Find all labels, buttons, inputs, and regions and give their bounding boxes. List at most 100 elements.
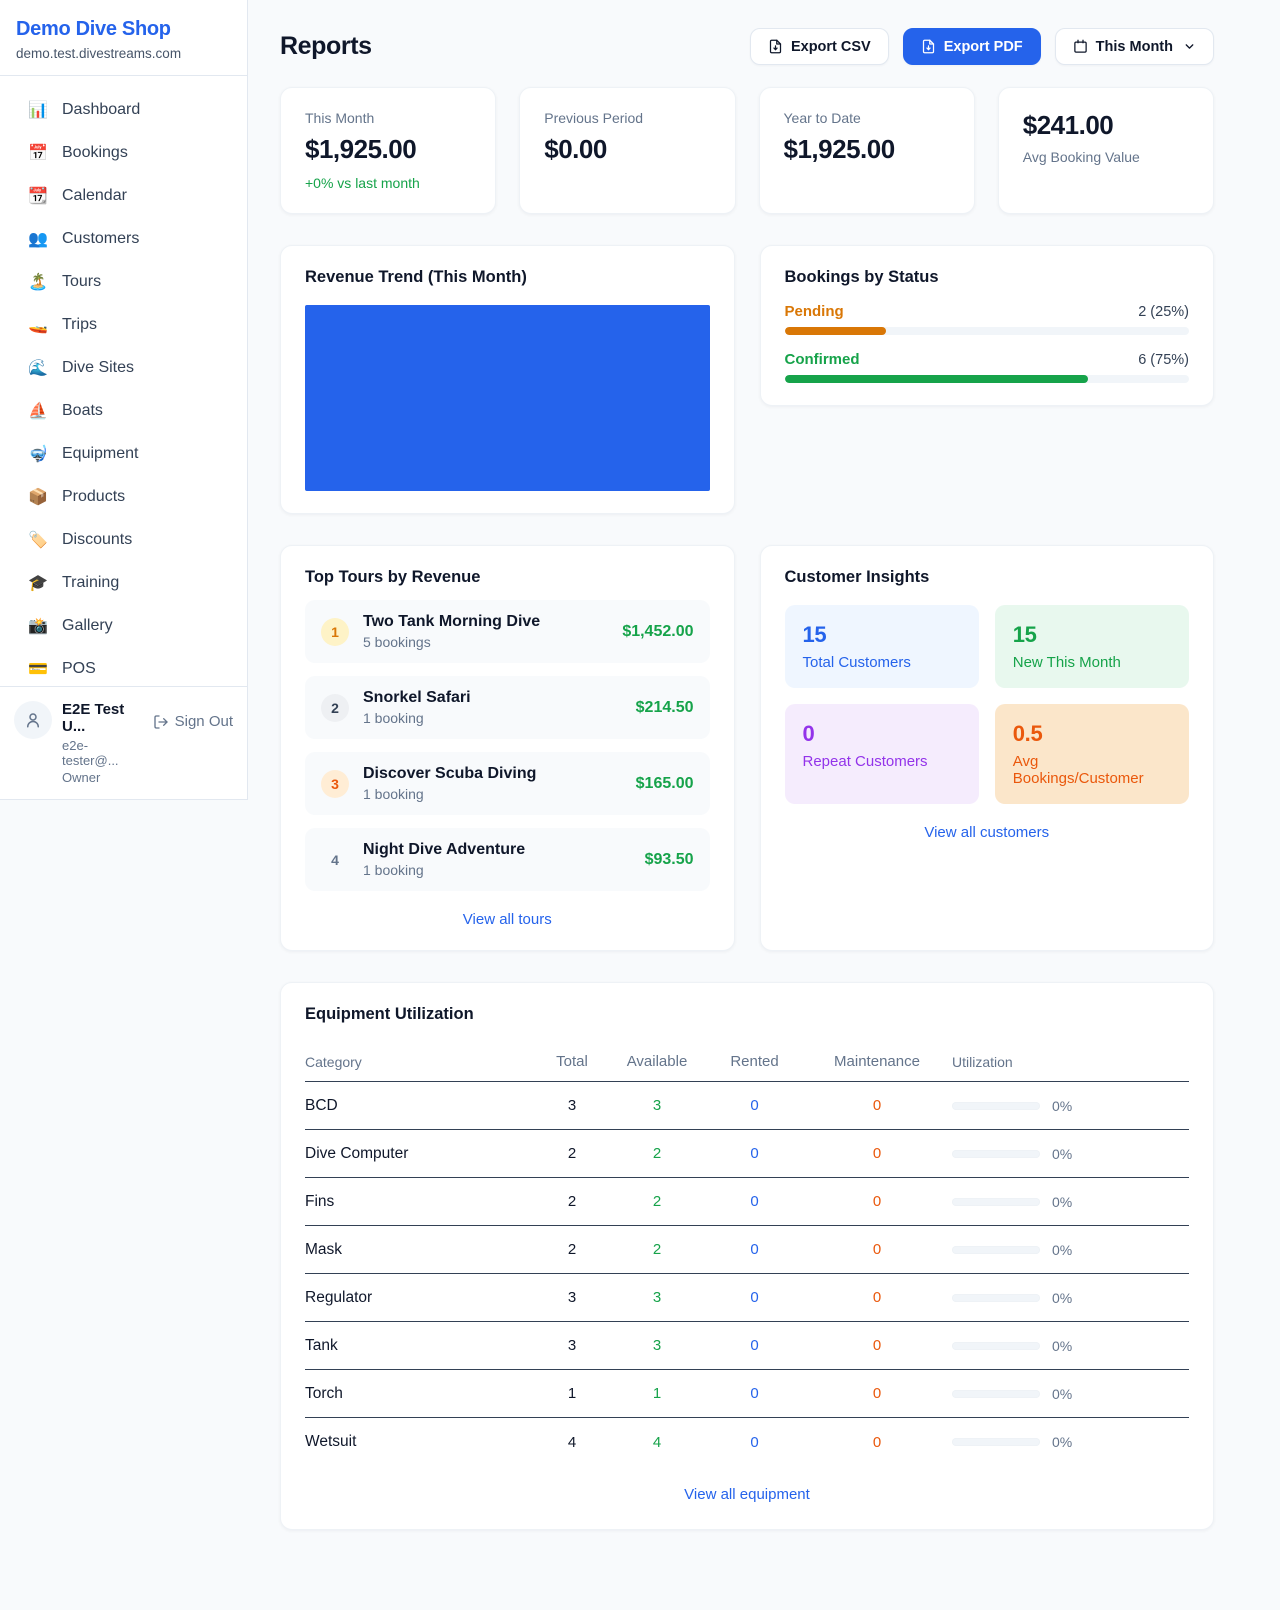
export-csv-button[interactable]: Export CSV — [750, 28, 889, 65]
table-header-row: Category Total Available Rented Maintena… — [305, 1042, 1189, 1082]
insights-row: Top Tours by Revenue 1 Two Tank Morning … — [280, 545, 1214, 951]
top-tours-card: Top Tours by Revenue 1 Two Tank Morning … — [280, 545, 735, 951]
available-cell: 2 — [607, 1193, 707, 1210]
bar-chart-icon: 📊 — [28, 100, 48, 120]
view-all-customers-link[interactable]: View all customers — [785, 824, 1190, 841]
equipment-category: Wetsuit — [305, 1433, 537, 1451]
tile-value: 15 — [803, 622, 961, 648]
tour-amount: $1,452.00 — [622, 623, 693, 641]
view-all-tours-link[interactable]: View all tours — [305, 911, 710, 928]
top-tours-title: Top Tours by Revenue — [305, 568, 710, 587]
table-row: Fins 2 2 0 0 0% — [305, 1178, 1189, 1226]
sign-out-button[interactable]: Sign Out — [153, 713, 233, 730]
column-header: Total — [537, 1053, 607, 1070]
sidebar-item-label: Equipment — [62, 445, 139, 463]
equipment-utilization-card: Equipment Utilization Category Total Ava… — [280, 982, 1214, 1530]
sidebar-item-gallery[interactable]: 📸Gallery — [8, 606, 239, 646]
calendar-icon — [1073, 39, 1088, 54]
table-row: Dive Computer 2 2 0 0 0% — [305, 1130, 1189, 1178]
sidebar-item-products[interactable]: 📦Products — [8, 477, 239, 517]
sidebar-item-label: Discounts — [62, 531, 132, 549]
revenue-trend-card: Revenue Trend (This Month) — [280, 245, 735, 514]
utilization-cell: 0% — [952, 1194, 1189, 1210]
equipment-category: Dive Computer — [305, 1145, 537, 1163]
utilization-percent: 0% — [1052, 1194, 1072, 1210]
sidebar-item-tours[interactable]: 🏝️Tours — [8, 262, 239, 302]
bookings-by-status-title: Bookings by Status — [785, 268, 1190, 287]
sidebar-item-training[interactable]: 🎓Training — [8, 563, 239, 603]
progress-track — [785, 375, 1190, 383]
maintenance-cell: 0 — [802, 1289, 952, 1306]
status-value: 6 (75%) — [1138, 352, 1189, 368]
utilization-bar — [952, 1342, 1040, 1350]
sidebar-item-label: Gallery — [62, 617, 113, 635]
sidebar-item-boats[interactable]: ⛵Boats — [8, 391, 239, 431]
tour-amount: $214.50 — [636, 699, 694, 717]
tour-amount: $165.00 — [636, 775, 694, 793]
tour-bookings: 1 booking — [363, 786, 622, 802]
export-pdf-button[interactable]: Export PDF — [903, 28, 1041, 65]
total-cell: 3 — [537, 1289, 607, 1306]
tour-name: Discover Scuba Diving — [363, 765, 536, 782]
sailboat-icon: ⛵ — [28, 401, 48, 421]
sidebar-item-equipment[interactable]: 🤿Equipment — [8, 434, 239, 474]
sidebar: Demo Dive Shop demo.test.divestreams.com… — [0, 0, 248, 800]
view-all-equipment-link[interactable]: View all equipment — [305, 1486, 1189, 1503]
rented-cell: 0 — [707, 1097, 802, 1114]
stat-label: Year to Date — [784, 110, 950, 126]
utilization-bar — [952, 1390, 1040, 1398]
progress-fill — [785, 327, 886, 335]
tile-label: Total Customers — [803, 654, 961, 671]
stat-value: $0.00 — [544, 134, 710, 165]
sidebar-item-trips[interactable]: 🚤Trips — [8, 305, 239, 345]
status-value: 2 (25%) — [1138, 304, 1189, 320]
sidebar-item-bookings[interactable]: 📅Bookings — [8, 133, 239, 173]
stat-card-avg-booking-value: $241.00 Avg Booking Value — [998, 87, 1214, 214]
header-actions: Export CSV Export PDF This Month — [750, 28, 1214, 65]
user-name: E2E Test U... — [62, 701, 143, 735]
sidebar-item-label: POS — [62, 660, 96, 678]
utilization-percent: 0% — [1052, 1146, 1072, 1162]
available-cell: 3 — [607, 1097, 707, 1114]
equipment-utilization-title: Equipment Utilization — [305, 1005, 1189, 1024]
sidebar-item-calendar[interactable]: 📆Calendar — [8, 176, 239, 216]
equipment-category: Tank — [305, 1337, 537, 1355]
equipment-category: Regulator — [305, 1289, 537, 1307]
rented-cell: 0 — [707, 1241, 802, 1258]
sidebar-item-customers[interactable]: 👥Customers — [8, 219, 239, 259]
period-dropdown[interactable]: This Month — [1055, 28, 1214, 65]
utilization-bar — [952, 1294, 1040, 1302]
stat-value: $241.00 — [1023, 110, 1189, 141]
table-row: Wetsuit 4 4 0 0 0% — [305, 1418, 1189, 1466]
utilization-bar — [952, 1438, 1040, 1446]
person-icon — [24, 711, 42, 729]
label-tag-icon: 🏷️ — [28, 530, 48, 550]
tile-label: Avg Bookings/Customer — [1013, 753, 1171, 787]
rank-badge: 4 — [321, 846, 349, 874]
rented-cell: 0 — [707, 1434, 802, 1451]
rank-badge: 2 — [321, 694, 349, 722]
available-cell: 4 — [607, 1434, 707, 1451]
people-icon: 👥 — [28, 229, 48, 249]
utilization-percent: 0% — [1052, 1386, 1072, 1402]
utilization-cell: 0% — [952, 1338, 1189, 1354]
table-row: Regulator 3 3 0 0 0% — [305, 1274, 1189, 1322]
available-cell: 2 — [607, 1241, 707, 1258]
sidebar-item-discounts[interactable]: 🏷️ Discounts — [8, 520, 239, 560]
stat-value: $1,925.00 — [305, 134, 471, 165]
sidebar-item-label: Products — [62, 488, 125, 506]
stats-row: This Month $1,925.00 +0% vs last month P… — [280, 87, 1214, 214]
sidebar-item-dive-sites[interactable]: 🌊Dive Sites — [8, 348, 239, 388]
table-row: Torch 1 1 0 0 0% — [305, 1370, 1189, 1418]
sidebar-item-dashboard[interactable]: 📊Dashboard — [8, 90, 239, 130]
sidebar-item-pos[interactable]: 💳POS — [8, 649, 239, 686]
tile-value: 0 — [803, 721, 961, 747]
tear-off-calendar-icon: 📆 — [28, 186, 48, 206]
column-header: Maintenance — [802, 1053, 952, 1070]
maintenance-cell: 0 — [802, 1434, 952, 1451]
sidebar-item-label: Bookings — [62, 144, 128, 162]
stat-delta: +0% vs last month — [305, 175, 471, 191]
export-csv-label: Export CSV — [791, 39, 871, 55]
tile-total-customers: 15 Total Customers — [785, 605, 979, 688]
table-row: Tank 3 3 0 0 0% — [305, 1322, 1189, 1370]
